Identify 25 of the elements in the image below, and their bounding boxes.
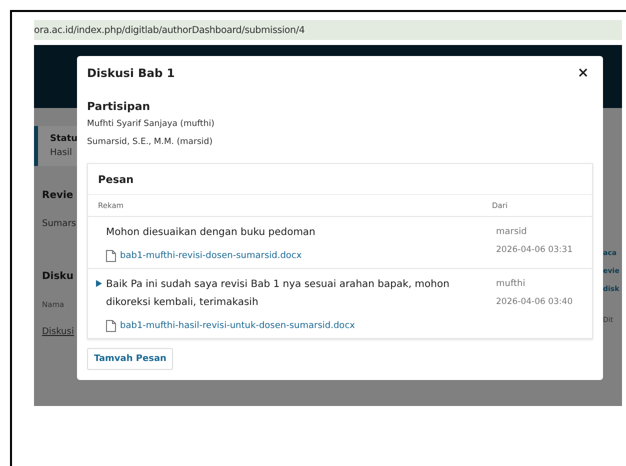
reviewer-name: Sumars bbox=[41, 219, 77, 229]
participant-name: Sumarsid, S.E., M.M. (marsid) bbox=[87, 137, 214, 147]
participant-name: Mufhti Syarif Sanjaya (mufthi) bbox=[87, 119, 216, 129]
attachment-link[interactable]: bab1-mufthi-hasil-revisi-untuk-dosen-sumarsid.docx bbox=[106, 320, 355, 332]
file-icon bbox=[106, 320, 116, 332]
section-heading: Revie bbox=[41, 190, 74, 201]
dialog-title: Diskusi Bab 1 bbox=[87, 66, 175, 80]
message-text: Baik Pa ini sudah saya revisi Bab 1 nya sesuai arahan bapak, mohon dikoreksi kembali, terimakasih bbox=[106, 278, 450, 310]
address-bar[interactable]: ora.ac.id/index.php/digitlab/authorDashboard/submission/4 bbox=[34, 20, 622, 40]
message-date: 2026-04-06 03:31 bbox=[496, 244, 574, 257]
section-heading: Disku bbox=[41, 271, 74, 282]
message-author: marsid bbox=[496, 226, 528, 239]
message-text: Mohon diesuaikan dengan buku pedoman bbox=[106, 226, 316, 240]
file-icon bbox=[106, 250, 116, 262]
participants-heading: Partisipan bbox=[87, 100, 152, 113]
discussion-link[interactable]: Diskusi bbox=[34, 327, 77, 337]
close-button[interactable]: × bbox=[573, 65, 593, 81]
message-date: 2026-04-06 03:40 bbox=[496, 296, 574, 309]
panel-title: Pesan bbox=[88, 164, 592, 195]
status-text: Hasil bbox=[50, 148, 73, 158]
status-label: Statu bbox=[50, 134, 77, 144]
add-message-button[interactable]: Tamvah Pesan bbox=[87, 348, 174, 370]
attachment-link[interactable]: bab1-mufthi-revisi-dosen-sumarsid.docx bbox=[106, 250, 302, 262]
url-text: ora.ac.id/index.php/digitlab/authorDashboard/submission/4 bbox=[34, 24, 305, 36]
message-author: mufthi bbox=[496, 278, 526, 291]
